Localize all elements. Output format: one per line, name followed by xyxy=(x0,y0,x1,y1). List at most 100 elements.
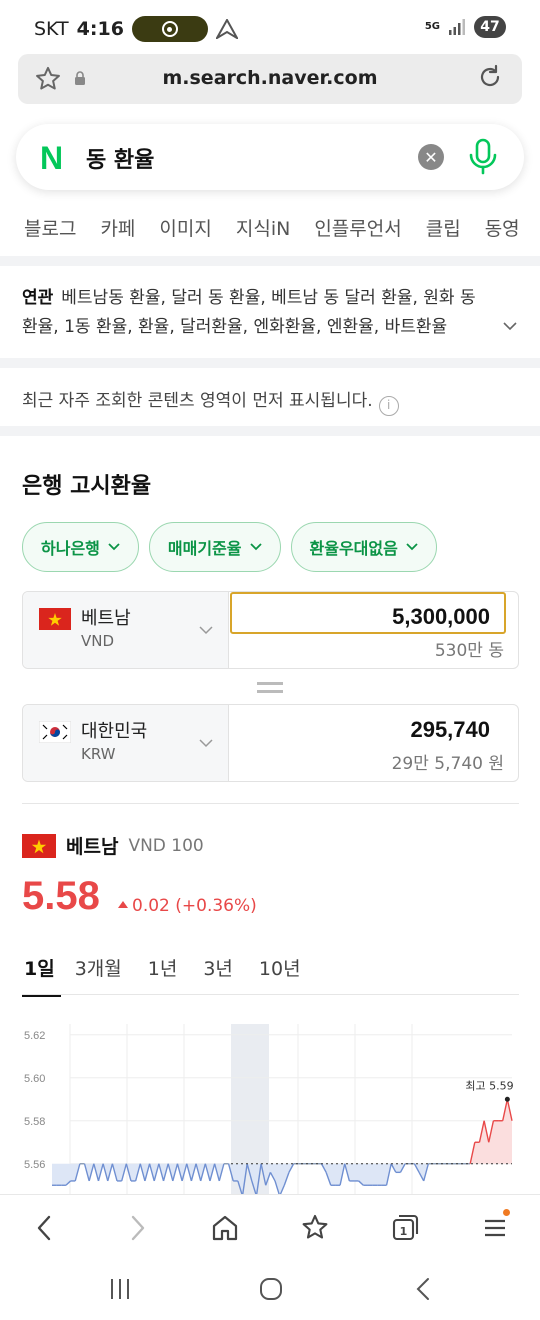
network-type: 5G xyxy=(424,21,440,32)
search-tab[interactable]: 블로그 xyxy=(0,202,88,256)
period-tab[interactable]: 10년 xyxy=(259,954,313,997)
to-amount-field[interactable]: 295,740 xyxy=(230,705,506,747)
signal-icon xyxy=(449,19,465,35)
rate-currency-name: 베트남 xyxy=(66,836,119,858)
section-divider xyxy=(0,256,540,266)
forward-icon[interactable] xyxy=(122,1213,152,1243)
rate-change: 0.02 (+0.36%) xyxy=(118,896,257,916)
search-tab[interactable]: 이미지 xyxy=(147,202,223,256)
preference-filter-label: 환율우대없음 xyxy=(309,539,398,558)
to-amount-value: 295,740 xyxy=(410,717,490,742)
info-icon[interactable]: i xyxy=(378,396,399,416)
rate-type-filter[interactable]: 매매기준율 xyxy=(148,522,281,572)
rate-change-text: 0.02 (+0.36%) xyxy=(132,896,257,916)
notice-text: 최근 자주 조회한 콘텐츠 영역이 먼저 표시됩니다. i xyxy=(22,386,399,416)
related-keywords[interactable]: 베트남동 환율, 달러 동 환율, 베트남 동 달러 환율, 원화 동 환율, … xyxy=(22,288,476,337)
section-divider xyxy=(0,358,540,368)
browser-bottom-nav: 1 xyxy=(0,1194,540,1258)
status-left: SKT 4:16 xyxy=(34,16,238,42)
section-divider xyxy=(22,803,519,804)
chevron-down-icon xyxy=(108,543,120,551)
notification-dot xyxy=(503,1209,510,1216)
period-tab[interactable]: 1일 xyxy=(22,954,61,997)
home-icon[interactable] xyxy=(210,1213,240,1243)
filter-row: 하나은행 매매기준율 환율우대없음 xyxy=(22,522,437,572)
from-currency-select[interactable]: 베트남 VND xyxy=(23,592,229,668)
search-tab[interactable]: 클립 xyxy=(414,202,473,256)
period-tab[interactable]: 3개월 xyxy=(75,954,134,997)
search-area: N 동 환율 ✕ xyxy=(0,110,540,202)
to-currency-select[interactable]: 대한민국 KRW xyxy=(23,705,229,781)
period-tab[interactable]: 3년 xyxy=(203,954,245,997)
from-amount-text: 530만 동 xyxy=(434,641,504,661)
url-bar[interactable]: m.search.naver.com xyxy=(18,54,522,104)
chevron-down-icon xyxy=(199,626,213,635)
search-tabs: 블로그 카페 이미지 지식iN 인플루언서 클립 동영 xyxy=(0,202,540,256)
menu-button[interactable] xyxy=(480,1209,510,1243)
vietnam-flag-icon xyxy=(22,833,56,858)
module-title: 은행 고시환율 xyxy=(22,474,152,499)
to-amount-text: 29만 5,740 원 xyxy=(391,754,504,774)
up-triangle-icon xyxy=(118,901,128,908)
svg-text:1: 1 xyxy=(400,1225,408,1238)
recent-apps-icon[interactable] xyxy=(105,1276,135,1302)
rate-header: 베트남 VND 100 xyxy=(22,832,204,859)
to-currency-code: KRW xyxy=(81,745,116,763)
section-divider xyxy=(0,426,540,436)
browser-url-area: m.search.naver.com xyxy=(0,54,540,110)
from-amount-value: 5,300,000 xyxy=(392,604,490,629)
to-currency-name: 대한민국 xyxy=(81,721,148,742)
bank-filter[interactable]: 하나은행 xyxy=(22,522,139,572)
exchange-rate-module: 은행 고시환율 하나은행 매매기준율 환율우대없음 베트남 VND 5,300,… xyxy=(0,436,540,1196)
to-currency-row: 대한민국 KRW 295,740 29만 5,740 원 xyxy=(22,704,519,782)
screen-record-icon xyxy=(131,16,208,42)
vietnam-flag-icon xyxy=(39,608,71,630)
naver-logo[interactable]: N xyxy=(40,142,63,174)
url-text[interactable]: m.search.naver.com xyxy=(18,67,522,89)
preference-filter[interactable]: 환율우대없음 xyxy=(290,522,437,572)
rate-value: 5.58 xyxy=(22,874,100,918)
battery-icon: 47 xyxy=(474,16,506,38)
y-tick-label: 5.58 xyxy=(24,1116,45,1128)
status-right: 5G 47 xyxy=(425,16,506,38)
expand-chevron-icon[interactable] xyxy=(502,318,518,334)
carrier-label: SKT xyxy=(34,18,69,40)
search-box[interactable]: N 동 환율 ✕ xyxy=(16,124,524,190)
search-tab[interactable]: 동영 xyxy=(473,202,532,256)
period-tab[interactable]: 1년 xyxy=(148,954,190,997)
system-nav-bar xyxy=(0,1258,540,1320)
notice-label: 최근 자주 조회한 콘텐츠 영역이 먼저 표시됩니다. xyxy=(22,391,373,411)
home-button-icon[interactable] xyxy=(256,1276,286,1302)
system-back-icon[interactable] xyxy=(408,1276,438,1302)
period-tabs: 1일 3개월 1년 3년 10년 xyxy=(22,954,327,997)
search-input[interactable]: 동 환율 xyxy=(86,142,154,174)
hamburger-menu-icon xyxy=(485,1219,505,1237)
clock: 4:16 xyxy=(76,18,124,40)
equals-icon xyxy=(257,682,283,693)
y-tick-label: 5.56 xyxy=(24,1159,45,1171)
chevron-down-icon xyxy=(406,543,418,551)
tabs-icon[interactable]: 1 xyxy=(390,1213,420,1243)
rate-currency-code: VND 100 xyxy=(128,835,204,856)
search-tab[interactable]: 지식iN xyxy=(224,202,302,256)
related-label: 연관 xyxy=(22,288,54,308)
clear-search-button[interactable]: ✕ xyxy=(418,144,444,170)
bank-filter-label: 하나은행 xyxy=(41,539,100,558)
y-tick-label: 5.62 xyxy=(24,1030,45,1042)
chevron-down-icon xyxy=(199,739,213,748)
back-icon[interactable] xyxy=(30,1213,60,1243)
rate-chart[interactable]: 5.62 5.60 5.58 5.56 최고 5.59 xyxy=(0,1012,540,1196)
max-label: 최고 5.59 xyxy=(465,1079,513,1092)
search-tab[interactable]: 카페 xyxy=(88,202,147,256)
search-tab[interactable]: 인플루언서 xyxy=(302,202,413,256)
voice-search-icon[interactable] xyxy=(468,138,498,176)
reload-icon[interactable] xyxy=(476,63,504,91)
related-searches: 연관 베트남동 환율, 달러 동 환율, 베트남 동 달러 환율, 원화 동 환율… xyxy=(0,266,540,358)
from-amount-input[interactable]: 5,300,000 xyxy=(230,592,506,634)
notice-bar: 최근 자주 조회한 콘텐츠 영역이 먼저 표시됩니다. i xyxy=(0,368,540,426)
bookmark-star-icon[interactable] xyxy=(300,1213,330,1243)
max-point xyxy=(504,1096,510,1102)
rate-type-filter-label: 매매기준율 xyxy=(167,539,242,558)
from-currency-row: 베트남 VND 5,300,000 530만 동 xyxy=(22,591,519,669)
area-up xyxy=(52,1099,512,1164)
